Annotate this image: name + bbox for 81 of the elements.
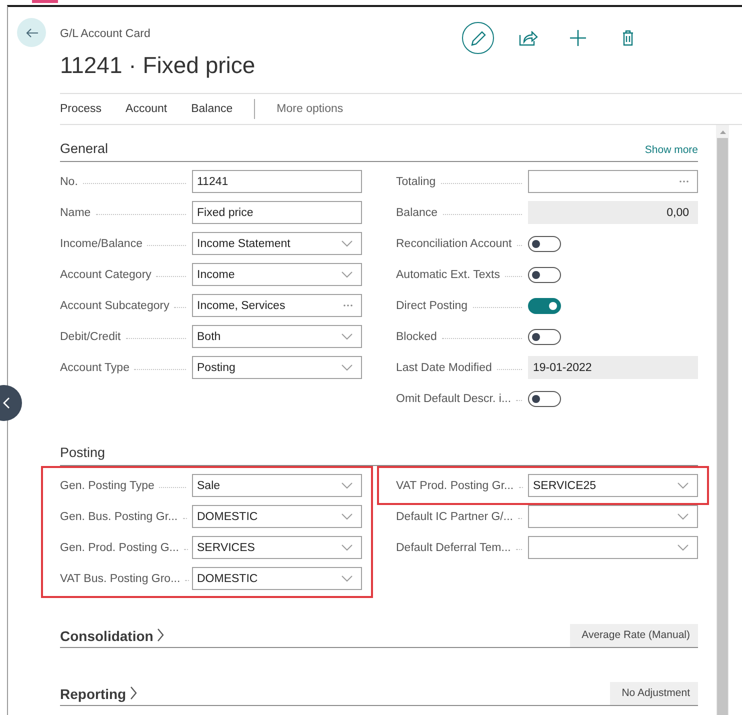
- field-label: Last Date Modified: [396, 362, 492, 374]
- dropdown-field[interactable]: DOMESTIC: [192, 505, 362, 528]
- field-label: Balance: [396, 206, 438, 218]
- chevron-down-icon: [341, 575, 353, 582]
- chevron-down-icon: [341, 271, 353, 278]
- dropdown-field[interactable]: [528, 536, 698, 559]
- trash-icon: [622, 30, 634, 46]
- edit-button[interactable]: [462, 22, 494, 54]
- field-label: Totaling: [396, 176, 436, 188]
- menu-action[interactable]: Account: [126, 103, 168, 115]
- field-label: Blocked: [396, 330, 437, 342]
- field-label: Account Subcategory: [60, 300, 170, 312]
- chevron-down-icon: [677, 513, 689, 520]
- toggle-switch[interactable]: [528, 390, 561, 406]
- field-label: VAT Bus. Posting Gro...: [60, 572, 180, 584]
- chevron-down-icon: [341, 364, 353, 371]
- section-title[interactable]: Consolidation: [60, 627, 154, 645]
- chevron-down-icon: [341, 482, 353, 489]
- dropdown-field[interactable]: Sale: [192, 474, 362, 497]
- summary-button[interactable]: No Adjustment: [610, 682, 698, 705]
- field-label: Debit/Credit: [60, 330, 121, 342]
- dropdown-field[interactable]: SERVICE25: [528, 474, 698, 497]
- field-label: Default Deferral Tem...: [396, 542, 511, 554]
- field-label: Direct Posting: [396, 300, 468, 312]
- more-options-button[interactable]: More options: [276, 103, 344, 115]
- chevron-down-icon: [677, 544, 689, 551]
- record-title: 11241 · Fixed price: [60, 51, 256, 79]
- dropdown-field[interactable]: SERVICES: [192, 536, 362, 559]
- dropdown-field[interactable]: Income Statement: [192, 232, 362, 255]
- chevron-right-icon: [157, 628, 166, 642]
- field-label: Gen. Bus. Posting Gr...: [60, 510, 178, 522]
- chevron-down-icon: [341, 513, 353, 520]
- section-title[interactable]: Reporting: [60, 685, 126, 703]
- back-arrow-icon: [24, 26, 38, 38]
- chevron-down-icon: [341, 333, 353, 340]
- chevron-down-icon: [341, 544, 353, 551]
- ellipsis-icon: [679, 180, 689, 183]
- lookup-field[interactable]: Income, Services: [192, 294, 362, 317]
- scroll-up-icon: [718, 129, 726, 135]
- field-label: Name: [60, 206, 91, 218]
- page-type: G/L Account Card: [60, 27, 152, 41]
- summary-button[interactable]: Average Rate (Manual): [570, 624, 698, 647]
- toggle-switch[interactable]: [528, 298, 561, 314]
- field-label: Gen. Prod. Posting G...: [60, 542, 179, 554]
- share-icon: [518, 30, 538, 46]
- field-label: No.: [60, 176, 78, 188]
- dropdown-field[interactable]: [528, 505, 698, 528]
- chevron-left-icon: [3, 397, 10, 409]
- dropdown-field[interactable]: DOMESTIC: [192, 567, 362, 590]
- show-more-link[interactable]: Show more: [644, 144, 698, 156]
- field-label: Income/Balance: [60, 238, 142, 250]
- chevron-down-icon: [677, 482, 689, 489]
- toggle-switch[interactable]: [528, 266, 561, 282]
- field-label: Reconciliation Account: [396, 238, 512, 250]
- field-label: Account Category: [60, 268, 152, 280]
- lookup-field[interactable]: [528, 170, 698, 193]
- dropdown-field[interactable]: Posting: [192, 356, 362, 379]
- menu-action[interactable]: Process: [60, 103, 102, 115]
- section-title[interactable]: Posting: [60, 444, 106, 462]
- field-label: Omit Default Descr. i...: [396, 392, 512, 404]
- pencil-icon: [470, 30, 486, 46]
- text-field[interactable]: 11241: [192, 170, 362, 193]
- dropdown-field[interactable]: Both: [192, 325, 362, 348]
- plus-icon: [569, 29, 587, 47]
- readonly-field: 19-01-2022: [528, 356, 698, 379]
- text-field[interactable]: Fixed price: [192, 201, 362, 224]
- ellipsis-icon: [343, 304, 353, 307]
- readonly-field: 0,00: [528, 201, 698, 224]
- chevron-right-icon: [130, 686, 138, 700]
- back-button[interactable]: [17, 18, 46, 47]
- toggle-switch[interactable]: [528, 328, 561, 344]
- field-label: Account Type: [60, 362, 130, 374]
- field-label: Automatic Ext. Texts: [396, 268, 500, 280]
- field-label: Gen. Posting Type: [60, 480, 154, 492]
- field-label: Default IC Partner G/...: [396, 510, 513, 522]
- field-label: VAT Prod. Posting Gr...: [396, 480, 514, 492]
- chevron-down-icon: [341, 240, 353, 247]
- dropdown-field[interactable]: Income: [192, 263, 362, 286]
- section-title[interactable]: General: [60, 140, 108, 158]
- toggle-switch[interactable]: [528, 236, 561, 252]
- menu-action[interactable]: Balance: [191, 103, 233, 115]
